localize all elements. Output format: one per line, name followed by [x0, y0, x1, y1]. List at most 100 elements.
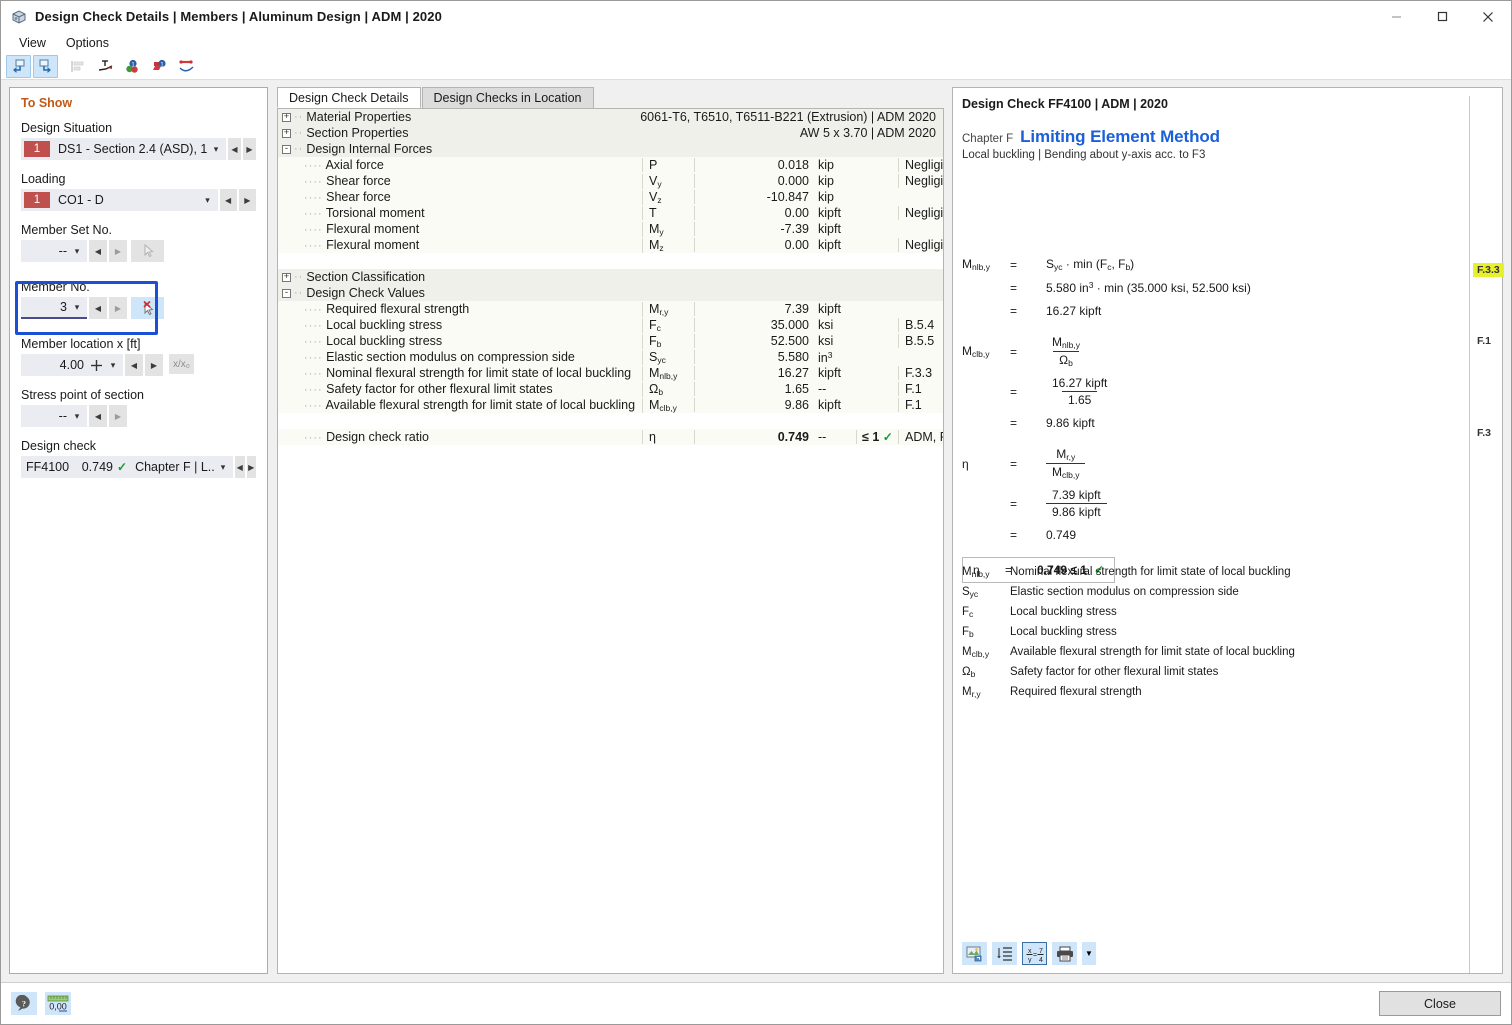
tree-data-row[interactable]: ···· Design check ratio η 0.749 -- ≤ 1 ✓ ADM,… [278, 429, 943, 445]
export-image-icon[interactable] [962, 942, 987, 965]
row-label: ···· Nominal flexural strength for limit… [278, 366, 642, 380]
expand-icon[interactable]: + [282, 272, 291, 282]
tree-group-row[interactable]: - ·· Design Check Values [278, 285, 943, 301]
red-result-icon[interactable]: 1 [147, 55, 172, 78]
eq-mnlby-line1: Mnlb,y = Syc · min (Fc, Fb) [962, 256, 1251, 273]
expand-icon[interactable]: + [282, 128, 291, 138]
align-left-icon[interactable] [66, 55, 91, 78]
expand-icon[interactable]: + [282, 112, 291, 122]
tree-connector: ···· [304, 352, 323, 364]
tree-data-row[interactable]: ···· Local buckling stress Fc 35.000 ksi B.5… [278, 317, 943, 333]
tree-data-row[interactable]: ···· Local buckling stress Fb 52.500 ksi B.5… [278, 333, 943, 349]
row-unit: kipft [818, 398, 841, 412]
print-dropdown-caret-icon[interactable]: ▼ [1082, 942, 1096, 965]
next-result-icon[interactable] [33, 54, 58, 78]
stress-point-prev-button[interactable]: ◀ [89, 405, 107, 427]
menu-options[interactable]: Options [56, 34, 119, 52]
tree-group-row[interactable]: - ·· Design Internal Forces [278, 141, 943, 157]
design-check-next-button[interactable]: ▶ [246, 456, 256, 478]
help-icon[interactable]: ? [11, 992, 37, 1015]
tree-data-row[interactable]: ···· Shear forceVy0.000kipNegligible [278, 173, 943, 189]
member-no-select[interactable]: 3 ▾ [21, 297, 87, 319]
design-check-formula-panel: Design Check FF4100 | ADM | 2020 Chapter… [952, 87, 1504, 974]
loading-value: CO1 - D [58, 193, 104, 207]
row-unit: in3 [818, 349, 833, 365]
row-value: 5.580 [694, 350, 814, 364]
eq-eta-line1: η = Mr,y Mclb,y [962, 447, 1251, 480]
maximize-button[interactable] [1419, 1, 1465, 32]
member-set-next-button[interactable]: ▶ [109, 240, 127, 262]
row-unit: kipft [818, 302, 841, 316]
member-set-value: -- [58, 244, 67, 258]
tab-design-check-details[interactable]: Design Check Details [277, 87, 421, 108]
collapse-icon[interactable]: - [282, 144, 291, 154]
member-no-group: Member No. 3 ▾ ◀ ▶ [21, 280, 256, 319]
row-label: ···· Available flexural strength for lim… [278, 398, 642, 412]
tree-connector: ···· [304, 240, 323, 252]
loading-select[interactable]: 1 CO1 - D ▾ [21, 189, 218, 211]
relative-location-toggle[interactable]: x/x₀ [169, 354, 194, 374]
member-location-next-button[interactable]: ▶ [145, 354, 163, 376]
tree-group-row[interactable]: + ·· Section Properties AW 5 x 3.70 | ADM 2… [278, 125, 943, 141]
stress-point-next-button[interactable]: ▶ [109, 405, 127, 427]
move-handle-icon[interactable] [88, 359, 105, 372]
menu-view[interactable]: View [9, 34, 56, 52]
tab-design-checks-in-location[interactable]: Design Checks in Location [421, 87, 594, 108]
close-window-button[interactable] [1465, 1, 1511, 32]
collapse-icon[interactable]: - [282, 288, 291, 298]
design-situation-prev-button[interactable]: ◀ [228, 138, 241, 160]
tree-data-row[interactable]: ···· Flexural moment My -7.39 kipft [278, 221, 943, 237]
loading-label: Loading [21, 172, 66, 186]
member-no-prev-button[interactable]: ◀ [89, 297, 107, 319]
row-label-text: Design check ratio [322, 430, 429, 444]
member-set-select[interactable]: -- ▾ [21, 240, 87, 262]
list-numbered-icon[interactable] [992, 942, 1017, 965]
row-label: ···· Elastic section modulus on compress… [278, 350, 642, 364]
member-location-prev-button[interactable]: ◀ [125, 354, 143, 376]
member-diagram-icon[interactable] [93, 55, 118, 78]
tree-data-row[interactable]: ···· Torsional momentT0.00kipftNegligibl… [278, 205, 943, 221]
row-value: 16.27 [694, 366, 814, 380]
tree-data-row[interactable]: ···· Nominal flexural strength for limit… [278, 365, 943, 381]
member-set-pick-icon[interactable] [131, 240, 164, 262]
tree-data-row[interactable]: ···· Flexural momentMz0.00kipftNegligibl… [278, 237, 943, 253]
minimize-button[interactable] [1373, 1, 1419, 32]
formula-values-icon[interactable]: x y = 7 4 [1022, 942, 1047, 965]
status-bar: ? 0,00 Close [1, 982, 1511, 1024]
design-check-details-window: Design Check Details | Members | Aluminu… [0, 0, 1512, 1025]
row-value: 0.00 [694, 238, 814, 252]
tree-connector: ···· [304, 208, 323, 220]
tree-data-row[interactable]: ···· Elastic section modulus on compress… [278, 349, 943, 365]
tree-data-row[interactable]: ···· Safety factor for other flexural li… [278, 381, 943, 397]
design-check-tree[interactable]: + ·· Material Properties 6061-T6, T6510, T6… [277, 108, 944, 974]
decimal-places-icon[interactable]: 0,00 [45, 992, 71, 1015]
svg-text:x: x [1028, 948, 1032, 955]
color-result-icon[interactable]: 1 [120, 55, 145, 78]
design-check-prev-button[interactable]: ◀ [235, 456, 245, 478]
stress-point-select[interactable]: -- ▾ [21, 405, 87, 427]
print-icon[interactable] [1052, 942, 1077, 965]
row-reference: Negligible [898, 238, 943, 252]
tree-data-row[interactable]: ···· Axial forceP0.018kipNegligible [278, 157, 943, 173]
close-button[interactable]: Close [1379, 991, 1501, 1016]
design-check-select[interactable]: FF4100 0.749 ✓ Chapter F | L... ▾ [21, 456, 233, 478]
tree-group-row[interactable]: + ·· Section Classification [278, 269, 943, 285]
legend-symbol: Fc [962, 606, 974, 619]
row-unit: kipft [818, 238, 841, 252]
previous-result-icon[interactable] [6, 54, 31, 78]
tree-data-row[interactable]: ···· Available flexural strength for lim… [278, 397, 943, 413]
design-situation-select[interactable]: 1 DS1 - Section 2.4 (ASD), 1. ▾ [21, 138, 226, 160]
design-situation-next-button[interactable]: ▶ [243, 138, 256, 160]
member-no-next-button[interactable]: ▶ [109, 297, 127, 319]
legend-symbol: Mr,y [962, 686, 981, 699]
member-set-prev-button[interactable]: ◀ [89, 240, 107, 262]
member-location-select[interactable]: 4.00 ▾ [21, 354, 123, 376]
tree-data-row[interactable]: ···· Required flexural strength Mr,y 7.39 k… [278, 301, 943, 317]
member-no-pick-icon[interactable] [131, 297, 164, 319]
loading-prev-button[interactable]: ◀ [219, 189, 237, 211]
tree-spacer-row [278, 253, 943, 269]
tree-group-row[interactable]: + ·· Material Properties 6061-T6, T6510, T6… [278, 109, 943, 125]
tree-data-row[interactable]: ···· Shear force Vz -10.847 kip [278, 189, 943, 205]
curve-result-icon[interactable] [174, 55, 199, 78]
loading-next-button[interactable]: ▶ [238, 189, 256, 211]
